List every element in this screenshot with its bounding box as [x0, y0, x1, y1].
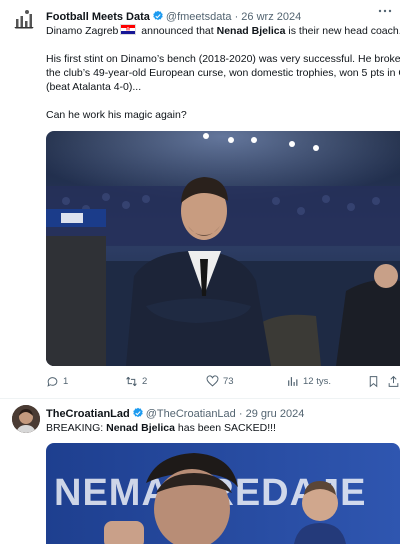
tweet-date[interactable]: 29 gru 2024 [246, 408, 305, 420]
profile-photo-image [12, 405, 40, 433]
share-icon [388, 375, 399, 387]
reply-button[interactable]: 1 [46, 370, 68, 392]
tweet-text-line: the club’s 49-year-old European curse, w… [46, 67, 400, 79]
reply-count: 1 [63, 375, 69, 387]
text-segment: is their new head coach. [285, 25, 400, 37]
text-bold-name: Nenad Bjelica [106, 422, 175, 434]
avatar[interactable] [12, 405, 40, 433]
croatia-flag-icon [120, 24, 137, 35]
heart-icon [206, 374, 219, 386]
avatar[interactable] [12, 8, 36, 32]
repost-count: 2 [142, 375, 148, 387]
text-segment: Dinamo Zagreb [46, 25, 119, 37]
bookmark-icon [369, 375, 378, 387]
view-count: 12 tys. [303, 375, 331, 387]
text-bold-name: Nenad Bjelica [216, 25, 286, 37]
share-button[interactable] [387, 370, 400, 392]
separator-dot: · [238, 408, 243, 420]
repost-button[interactable]: 2 [125, 370, 147, 392]
reply-icon [47, 376, 58, 387]
views-button[interactable]: 12 tys. [286, 370, 331, 392]
separator-dot: · [234, 11, 239, 23]
coach-photo-image [46, 131, 400, 366]
views-chart-icon [288, 376, 298, 386]
text-segment: announced that [138, 25, 217, 37]
tweet-actions: 1 2 73 12 tys. [46, 370, 400, 392]
text-segment: BREAKING: [46, 422, 107, 434]
tweet-text-line: Can he work his magic again? [46, 109, 187, 121]
text-segment: has been SACKED!!! [174, 422, 276, 434]
tweet-photo[interactable]: NEMA PREDAJE [46, 443, 400, 544]
author-handle[interactable]: @TheCroatianLad [146, 408, 236, 420]
verified-badge-icon [132, 407, 143, 418]
tweet-header: Football Meets Data @fmeetsdata · 26 wrz … [46, 9, 394, 25]
verified-badge-icon [153, 10, 163, 21]
tweet-header: TheCroatianLad @TheCroatianLad · 29 gru 2… [46, 406, 394, 422]
tweet-date[interactable]: 26 wrz 2024 [241, 11, 301, 23]
tweet-football-meets-data[interactable]: Football Meets Data @fmeetsdata · 26 wrz … [0, 0, 400, 398]
chart-logo-icon [14, 10, 34, 29]
tweet-text-line: (beat Atalanta 4-0)... [46, 81, 142, 93]
repost-icon [126, 376, 137, 386]
author-name[interactable]: Football Meets Data [46, 11, 150, 23]
coach-photo-image: NEMA PREDAJE [46, 443, 400, 544]
tweet-text-line: Dinamo Zagreb announced that Nenad Bjeli… [46, 24, 400, 38]
tweet-the-croatian-lad[interactable]: TheCroatianLad @TheCroatianLad · 29 gru 2… [0, 398, 400, 544]
tweet-text-line: BREAKING: Nenad Bjelica has been SACKED!… [46, 421, 400, 435]
more-icon[interactable] [378, 6, 392, 16]
bookmark-button[interactable] [367, 370, 380, 392]
tweet-text-line: His first stint on Dinamo’s bench (2018-… [46, 53, 400, 65]
like-button[interactable]: 73 [206, 370, 234, 392]
author-handle[interactable]: @fmeetsdata [166, 11, 232, 23]
like-count: 73 [223, 375, 234, 387]
author-name[interactable]: TheCroatianLad [46, 408, 130, 420]
tweet-photo[interactable] [46, 131, 400, 366]
